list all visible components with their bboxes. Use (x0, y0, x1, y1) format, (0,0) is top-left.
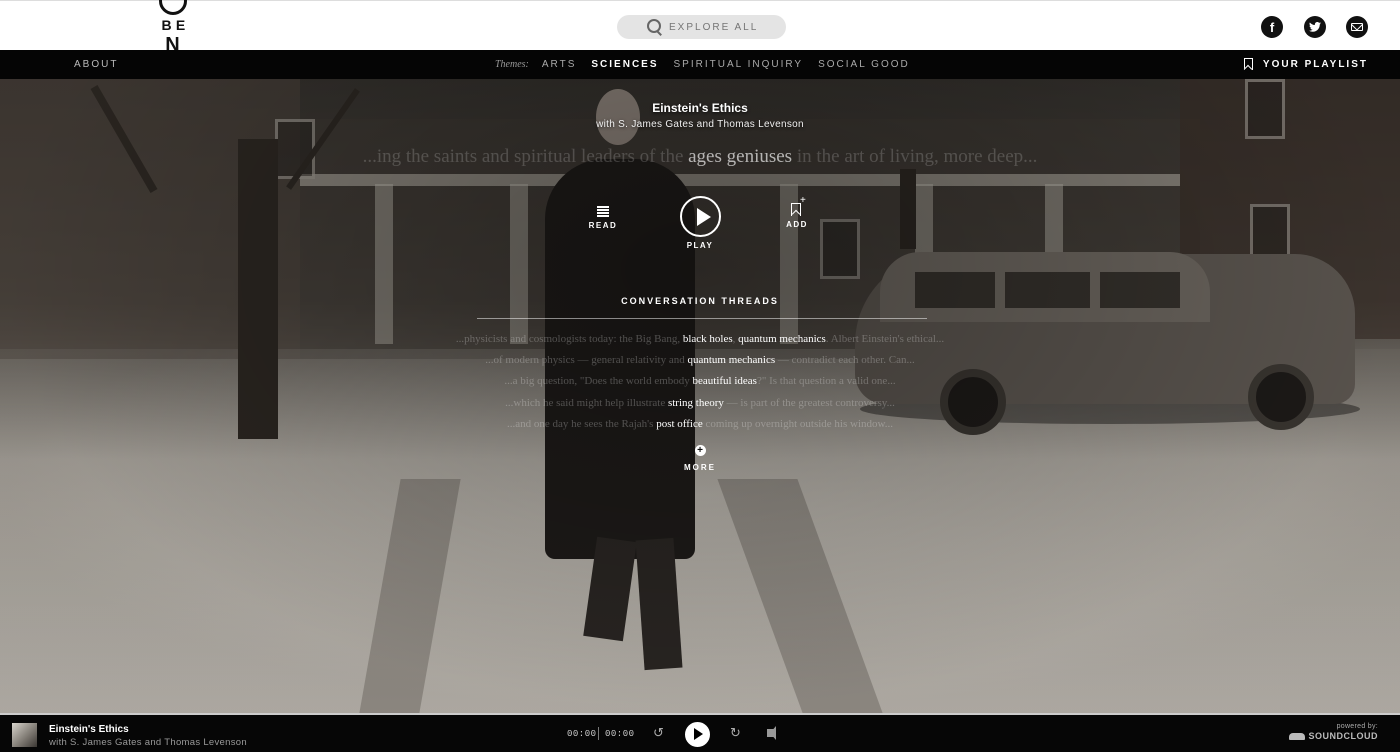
thread-keyword-quantum-mechanics[interactable]: quantum mechanics (738, 333, 826, 345)
more-threads-button[interactable]: + MORE (670, 445, 730, 472)
more-label: MORE (684, 463, 716, 472)
player-title[interactable]: Einstein's Ethics (49, 724, 129, 735)
play-icon (679, 196, 721, 237)
thread-line: ...a big question, "Does the world embod… (504, 375, 896, 387)
your-playlist-link[interactable]: YOUR PLAYLIST (1243, 58, 1368, 70)
facebook-icon[interactable]: f (1261, 16, 1283, 38)
thread-keyword-quantum-mechanics[interactable]: quantum mechanics (687, 354, 775, 366)
search-icon[interactable] (647, 19, 663, 35)
episode-thumbnail[interactable] (12, 723, 37, 747)
soundcloud-credit[interactable]: powered by: SOUNDCLOUD (1288, 723, 1379, 741)
theme-spiritual-inquiry[interactable]: SPIRITUAL INQUIRY (674, 59, 804, 70)
theme-sciences[interactable]: SCIENCES (591, 59, 658, 70)
read-button[interactable]: READ (573, 206, 633, 230)
thread-line: ...physicists and cosmologists today: th… (455, 333, 945, 345)
play-label: PLAY (686, 241, 714, 250)
thread-line: ...which he said might help illustrate s… (505, 397, 895, 409)
duration: 00:00 (605, 729, 635, 739)
add-to-playlist-button[interactable]: + ADD (767, 196, 827, 230)
thread-keyword-string-theory[interactable]: string theory (668, 397, 724, 409)
hero-photo (0, 79, 1400, 713)
theme-arts[interactable]: ARTS (542, 59, 577, 70)
email-icon[interactable] (1346, 16, 1368, 38)
add-label: ADD (786, 220, 808, 229)
themes-menu: Themes: ARTS SCIENCES SPIRITUAL INQUIRY … (495, 59, 925, 70)
logo-letter-o (159, 0, 187, 15)
episode-title: Einstein's Ethics (652, 101, 748, 115)
theme-social-good[interactable]: SOCIAL GOOD (818, 59, 910, 70)
current-time: 00:00 (567, 729, 597, 739)
nav-about-link[interactable]: ABOUT (74, 59, 118, 70)
logo-letter-e: E (175, 17, 187, 33)
volume-icon[interactable] (767, 726, 776, 740)
quote-post: in the art of living, more deep... (792, 146, 1038, 167)
thread-line: ...of modern physics — general relativit… (485, 354, 915, 366)
forward-icon[interactable]: ↻ (730, 725, 741, 741)
hero-overlay (0, 79, 1400, 713)
conversation-threads-heading: CONVERSATION THREADS (621, 296, 779, 306)
bookmark-add-icon: + (791, 196, 806, 216)
on-being-logo[interactable]: B E N (155, 0, 191, 55)
rewind-icon[interactable]: ↺ (653, 725, 664, 741)
thread-keyword-beautiful-ideas[interactable]: beautiful ideas (693, 375, 757, 387)
powered-by-label: powered by: (1336, 723, 1378, 730)
thread-keyword-post-office[interactable]: post office (656, 418, 703, 430)
player-play-button[interactable] (685, 722, 710, 747)
soundcloud-label: SOUNDCLOUD (1308, 731, 1378, 741)
soundcloud-logo: SOUNDCLOUD (1288, 731, 1379, 741)
plus-circle-icon: + (694, 445, 706, 456)
time-separator (598, 727, 599, 740)
quote-pre: ...ing the saints and spiritual leaders … (362, 146, 689, 167)
read-label: READ (588, 221, 618, 230)
player-subtitle: with S. James Gates and Thomas Levenson (49, 737, 247, 748)
search-box[interactable] (617, 15, 789, 39)
thread-keyword-black-holes[interactable]: black holes (683, 333, 733, 345)
threads-divider (477, 318, 927, 319)
thread-line: ...and one day he sees the Rajah's post … (506, 418, 893, 430)
audio-player: Einstein's Ethics with S. James Gates an… (0, 713, 1400, 752)
main-nav: ABOUT Themes: ARTS SCIENCES SPIRITUAL IN… (0, 50, 1400, 79)
soundcloud-icon (1288, 732, 1305, 740)
search-input[interactable] (669, 21, 789, 33)
twitter-icon[interactable] (1304, 16, 1326, 38)
envelope-shape (1351, 23, 1363, 31)
your-playlist-label: YOUR PLAYLIST (1262, 58, 1368, 70)
episode-guests: with S. James Gates and Thomas Levenson (596, 119, 804, 130)
lines-icon (597, 206, 609, 217)
twitter-bird-shape (1309, 22, 1321, 32)
bookmark-icon (1243, 58, 1253, 70)
themes-label: Themes: (495, 59, 529, 70)
episode-quote: ...ing the saints and spiritual leaders … (200, 146, 1200, 168)
top-header: B E N f (0, 0, 1400, 55)
play-button[interactable]: PLAY (670, 196, 730, 250)
quote-highlight: ages geniuses (688, 146, 793, 167)
